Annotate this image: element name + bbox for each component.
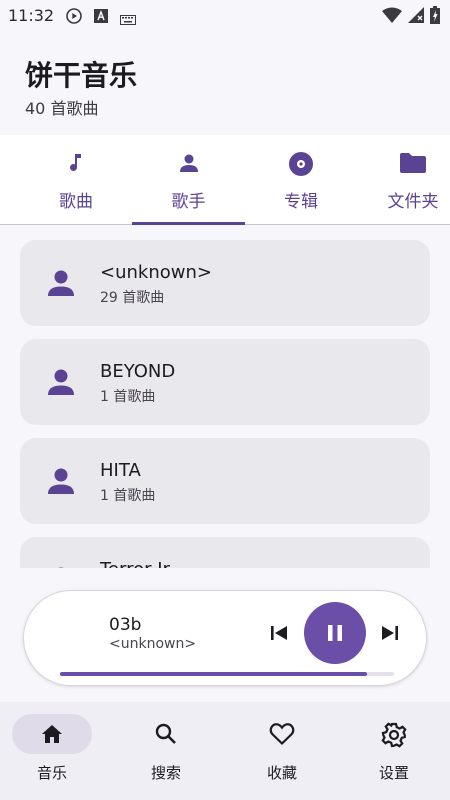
folder-icon xyxy=(399,151,427,179)
artist-song-count: 1 首歌曲 xyxy=(100,389,156,405)
artist-list[interactable]: <unknown> 29 首歌曲 BEYOND 1 首歌曲 HITA 1 首歌曲… xyxy=(0,226,450,568)
nav-settings[interactable]: 设置 xyxy=(338,702,450,800)
search-icon xyxy=(154,722,178,750)
person-icon xyxy=(46,565,76,568)
now-playing-title: 03b xyxy=(109,615,142,635)
library-header: 饼干音乐 40 首歌曲 xyxy=(0,32,450,135)
playback-progress[interactable] xyxy=(60,672,394,676)
bottom-navigation: 音乐 搜索 收藏 设置 xyxy=(0,702,450,800)
album-icon xyxy=(288,151,314,181)
song-count: 40 首歌曲 xyxy=(25,99,99,118)
nav-favorites[interactable]: 收藏 xyxy=(226,702,338,800)
artist-item[interactable]: Terror Jr xyxy=(20,537,430,568)
nav-music-label: 音乐 xyxy=(36,764,67,782)
nav-music[interactable]: 音乐 xyxy=(0,702,112,800)
artist-name: <unknown> xyxy=(100,262,212,283)
wifi-icon xyxy=(382,7,402,27)
next-button[interactable] xyxy=(380,623,400,643)
category-tabs: 歌曲 歌手 专辑 文件夹 xyxy=(0,135,450,225)
mini-player[interactable]: 03b <unknown> xyxy=(23,590,427,686)
a-box-icon xyxy=(94,8,108,27)
signal-icon xyxy=(408,7,424,27)
home-icon xyxy=(40,722,64,750)
gear-icon xyxy=(381,722,407,752)
play-circle-icon xyxy=(66,8,82,28)
music-note-icon xyxy=(64,151,88,179)
status-bar: 11:32 xyxy=(0,0,450,32)
playback-progress-fill xyxy=(60,672,368,676)
skip-previous-icon xyxy=(269,626,289,647)
tab-folders[interactable]: 文件夹 xyxy=(357,135,450,225)
nav-favorites-label: 收藏 xyxy=(266,764,297,782)
tab-songs-label: 歌曲 xyxy=(59,192,93,212)
artist-name: Terror Jr xyxy=(100,559,170,568)
pause-button[interactable] xyxy=(304,602,366,664)
tab-songs[interactable]: 歌曲 xyxy=(20,135,132,225)
status-time: 11:32 xyxy=(8,6,55,25)
artist-song-count: 1 首歌曲 xyxy=(100,488,156,504)
artist-name: HITA xyxy=(100,460,141,481)
person-icon xyxy=(177,151,201,179)
artist-song-count: 29 首歌曲 xyxy=(100,290,165,306)
page-title: 饼干音乐 xyxy=(25,59,138,92)
nav-search-label: 搜索 xyxy=(150,764,181,782)
person-icon xyxy=(46,466,76,500)
tab-artists-label: 歌手 xyxy=(171,192,206,212)
now-playing-artist: <unknown> xyxy=(109,636,197,652)
nav-search[interactable]: 搜索 xyxy=(110,702,222,800)
pause-icon xyxy=(325,623,345,647)
artist-name: BEYOND xyxy=(100,361,176,382)
nav-settings-label: 设置 xyxy=(378,764,409,782)
battery-icon xyxy=(430,6,440,28)
artist-item[interactable]: HITA 1 首歌曲 xyxy=(20,438,430,524)
keyboard-icon xyxy=(120,10,136,29)
tab-folders-label: 文件夹 xyxy=(387,192,439,212)
tab-albums[interactable]: 专辑 xyxy=(245,135,357,225)
person-icon xyxy=(46,367,76,401)
person-icon xyxy=(46,268,76,302)
skip-next-icon xyxy=(380,626,400,647)
previous-button[interactable] xyxy=(269,623,289,643)
artist-item[interactable]: BEYOND 1 首歌曲 xyxy=(20,339,430,425)
artist-item[interactable]: <unknown> 29 首歌曲 xyxy=(20,240,430,326)
active-tab-indicator xyxy=(132,222,245,225)
heart-icon xyxy=(269,722,295,750)
tab-artists[interactable]: 歌手 xyxy=(132,135,245,225)
tab-albums-label: 专辑 xyxy=(284,192,318,212)
